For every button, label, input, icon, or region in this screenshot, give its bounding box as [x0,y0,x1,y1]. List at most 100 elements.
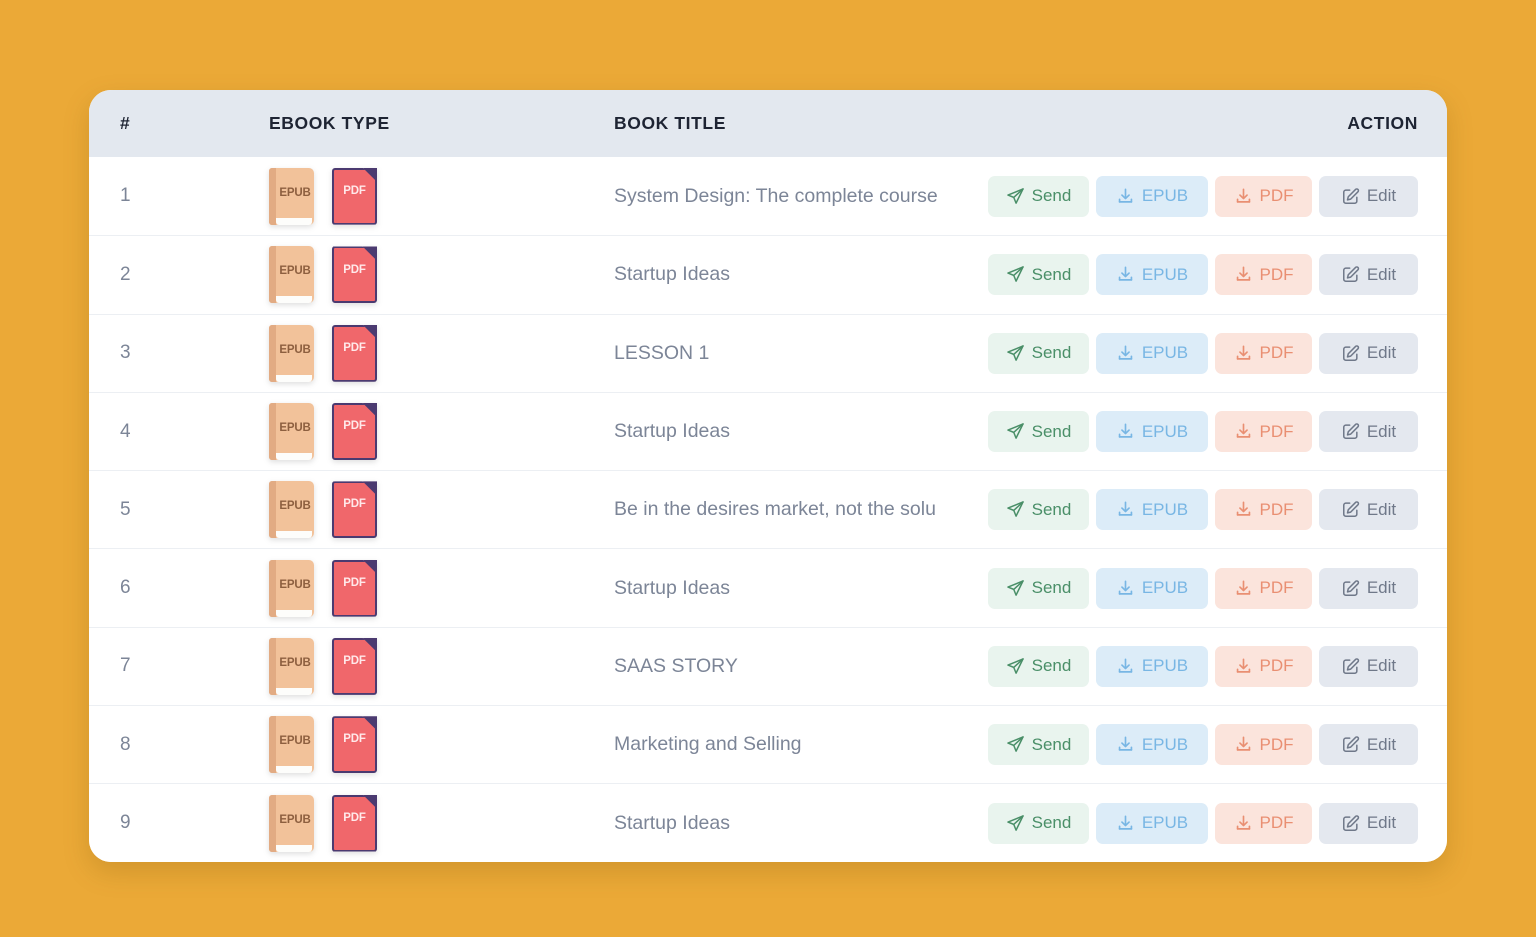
pdf-icon-label: PDF [332,342,377,354]
row-number: 5 [89,499,269,521]
epub-icon-label: EPUB [276,246,314,296]
pdf-document-icon[interactable]: PDF [332,325,377,382]
send-button-label: Send [1032,343,1072,363]
download-pdf-button[interactable]: PDF [1215,568,1312,609]
row-number: 3 [89,342,269,364]
download-epub-button[interactable]: EPUB [1096,803,1208,844]
epub-book-icon[interactable]: EPUB [269,325,314,382]
epub-book-icon[interactable]: EPUB [269,638,314,695]
ebook-type-cell: EPUB PDF [269,246,614,303]
download-epub-button[interactable]: EPUB [1096,176,1208,217]
send-button[interactable]: Send [988,568,1089,609]
ebook-type-cell: EPUB PDF [269,560,614,617]
download-icon [1234,187,1253,206]
edit-button-label: Edit [1367,656,1396,676]
edit-button[interactable]: Edit [1319,254,1418,295]
download-epub-button[interactable]: EPUB [1096,646,1208,687]
download-epub-button[interactable]: EPUB [1096,254,1208,295]
download-pdf-button[interactable]: PDF [1215,333,1312,374]
send-button[interactable]: Send [988,254,1089,295]
edit-button[interactable]: Edit [1319,646,1418,687]
download-epub-button[interactable]: EPUB [1096,724,1208,765]
row-action-cell: Send EPUB [1012,254,1447,295]
download-epub-button[interactable]: EPUB [1096,333,1208,374]
send-button[interactable]: Send [988,724,1089,765]
download-pdf-button-label: PDF [1260,422,1294,442]
download-pdf-button[interactable]: PDF [1215,724,1312,765]
send-button[interactable]: Send [988,489,1089,530]
send-button[interactable]: Send [988,176,1089,217]
download-icon [1234,265,1253,284]
download-icon [1116,265,1135,284]
pdf-document-icon[interactable]: PDF [332,716,377,773]
ebook-type-cell: EPUB PDF [269,168,614,225]
ebook-type-cell: EPUB PDF [269,403,614,460]
download-pdf-button-label: PDF [1260,735,1294,755]
epub-book-spine [269,168,276,225]
download-pdf-button[interactable]: PDF [1215,803,1312,844]
pdf-document-icon[interactable]: PDF [332,638,377,695]
epub-icon-label: EPUB [276,481,314,531]
epub-book-pages [276,218,312,225]
download-pdf-button[interactable]: PDF [1215,176,1312,217]
pdf-document-icon[interactable]: PDF [332,481,377,538]
pdf-document-icon[interactable]: PDF [332,560,377,617]
column-header-book-title: BOOK TITLE [614,113,1012,134]
download-epub-button[interactable]: EPUB [1096,568,1208,609]
epub-icon-label: EPUB [276,716,314,766]
row-number: 4 [89,421,269,443]
epub-book-icon[interactable]: EPUB [269,168,314,225]
table-row: 4 EPUB PDF Startup Ideas [89,392,1447,470]
row-action-cell: Send EPUB [1012,333,1447,374]
edit-pencil-icon [1341,735,1360,754]
paper-plane-icon [1006,814,1025,833]
send-button[interactable]: Send [988,646,1089,687]
send-button[interactable]: Send [988,411,1089,452]
epub-book-icon[interactable]: EPUB [269,246,314,303]
edit-button[interactable]: Edit [1319,411,1418,452]
edit-button[interactable]: Edit [1319,176,1418,217]
epub-book-icon[interactable]: EPUB [269,403,314,460]
download-icon [1234,344,1253,363]
send-button[interactable]: Send [988,803,1089,844]
download-pdf-button[interactable]: PDF [1215,489,1312,530]
download-pdf-button[interactable]: PDF [1215,646,1312,687]
epub-book-icon[interactable]: EPUB [269,795,314,852]
edit-pencil-icon [1341,265,1360,284]
table-body: 1 EPUB PDF System Design: The complete c… [89,157,1447,862]
download-pdf-button-label: PDF [1260,265,1294,285]
download-pdf-button-label: PDF [1260,656,1294,676]
download-pdf-button[interactable]: PDF [1215,254,1312,295]
send-button[interactable]: Send [988,333,1089,374]
table-row: 5 EPUB PDF Be in the desires market, not… [89,470,1447,548]
edit-button[interactable]: Edit [1319,489,1418,530]
epub-book-icon[interactable]: EPUB [269,560,314,617]
paper-plane-icon [1006,579,1025,598]
book-title: System Design: The complete course [614,185,1012,208]
download-pdf-button[interactable]: PDF [1215,411,1312,452]
epub-book-spine [269,246,276,303]
edit-button[interactable]: Edit [1319,568,1418,609]
download-icon [1234,579,1253,598]
pdf-document-icon[interactable]: PDF [332,403,377,460]
pdf-icon-label: PDF [332,498,377,510]
edit-pencil-icon [1341,579,1360,598]
edit-button[interactable]: Edit [1319,333,1418,374]
download-epub-button[interactable]: EPUB [1096,489,1208,530]
pdf-document-icon[interactable]: PDF [332,795,377,852]
edit-button[interactable]: Edit [1319,724,1418,765]
edit-button-label: Edit [1367,735,1396,755]
edit-button-label: Edit [1367,265,1396,285]
download-icon [1234,735,1253,754]
epub-book-icon[interactable]: EPUB [269,481,314,538]
paper-plane-icon [1006,500,1025,519]
pdf-document-icon[interactable]: PDF [332,168,377,225]
edit-button[interactable]: Edit [1319,803,1418,844]
pdf-document-icon[interactable]: PDF [332,246,377,303]
row-number: 9 [89,812,269,834]
epub-book-icon[interactable]: EPUB [269,716,314,773]
download-epub-button[interactable]: EPUB [1096,411,1208,452]
download-icon [1116,735,1135,754]
download-icon [1116,579,1135,598]
download-epub-button-label: EPUB [1142,343,1188,363]
